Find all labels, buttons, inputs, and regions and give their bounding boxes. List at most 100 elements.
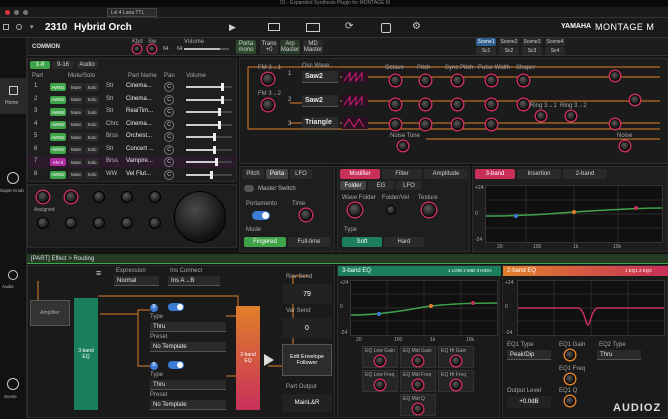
assign-knob-2[interactable] [65,191,77,203]
scene-button-4[interactable]: Scene4 [545,38,565,46]
part-row[interactable]: 1 AWM2 Mute Solo Str Cinema... C [28,81,236,93]
mute-button[interactable]: Mute [69,108,83,116]
porta-button[interactable]: Porta mono [236,40,256,54]
pan-knob[interactable]: C [164,157,174,167]
eq-mid-q-knob[interactable] [413,404,423,414]
tab-filter[interactable]: Filter [382,169,422,179]
tab-amplitude[interactable]: Amplitude [424,169,468,179]
assign-knob-6[interactable] [37,217,49,229]
mode-fingered-button[interactable]: Fingered [244,237,286,247]
eq1-freq-knob[interactable] [565,374,575,384]
eq2-routing-block[interactable]: 2-band EQ [236,306,260,410]
rev-send-value[interactable]: 79 [282,284,332,304]
minimize-icon[interactable] [14,10,19,15]
tab-porta[interactable]: Porta [266,169,288,179]
transpose-button[interactable]: Trans +0 [260,40,278,54]
gear-icon[interactable]: ⚙ [412,21,421,32]
osc-param-knob[interactable] [486,75,497,86]
eq1-q-knob[interactable] [565,396,575,406]
osc-level-knob[interactable] [610,71,620,81]
assign-knob-3[interactable] [93,191,105,203]
assign-knob-10[interactable] [149,217,161,229]
assign-knob-1[interactable] [37,191,49,203]
tab-part-9-16[interactable]: 9-16 [52,61,74,69]
part-name[interactable]: Cinema... [126,121,152,127]
tab-eg[interactable]: EG [368,181,394,190]
osc3-wave-dropdown[interactable]: Triangle [302,117,338,129]
close-icon[interactable] [5,10,10,15]
common-volume-slider[interactable] [184,48,229,50]
osc-param-knob[interactable] [452,119,463,130]
volume-slider[interactable] [186,108,232,116]
tab-2band[interactable]: 2-band [563,169,607,179]
part-name[interactable]: Vel Flut... [126,171,151,177]
master-switch-toggle[interactable] [244,185,254,192]
ins-a-toggle[interactable] [168,303,184,311]
volume-slider[interactable] [186,133,232,141]
part-row[interactable]: 3 AWM2 Mute Solo Str RealTim... C [28,106,236,118]
assign-knob-8[interactable] [93,217,105,229]
tab-insertion[interactable]: Insertion [517,169,561,179]
play-icon[interactable]: ▶ [229,22,241,32]
osc-param-knob[interactable] [452,75,463,86]
chevron-down-icon[interactable]: ▾ [30,23,34,31]
scene-button-5[interactable]: Sc1 [476,47,496,55]
tab-mod-lfo[interactable]: LFO [396,181,422,190]
part-name[interactable]: Vampire... [126,158,153,164]
mute-button[interactable]: Mute [69,145,83,154]
md-button[interactable]: MD Master [303,40,323,54]
scene-button-3[interactable]: Scene3 [522,38,542,46]
part-name[interactable]: Concert ... [126,146,154,152]
arp-button[interactable]: Arp Master [280,40,300,54]
osc-param-knob[interactable] [390,119,401,130]
scene-button-8[interactable]: Sc4 [545,47,565,55]
solo-button[interactable]: Solo [85,170,99,179]
type-soft-button[interactable]: Soft [342,237,382,247]
osc-param-knob[interactable] [518,75,529,86]
portamento-toggle[interactable] [252,211,270,220]
mute-button[interactable]: Mute [69,95,83,104]
ring31-knob[interactable] [536,111,546,121]
osc-param-knob[interactable] [390,75,401,86]
osc-level-knob[interactable] [610,119,620,129]
part-row[interactable]: 2 AWM2 Mute Solo Str Cinema... C [28,94,236,106]
solo-button[interactable]: Solo [85,95,99,104]
tab-lfo[interactable]: LFO [290,169,312,179]
osc-param-knob[interactable] [518,99,529,110]
part-name[interactable]: Cinema... [126,96,152,102]
solo-button[interactable]: Solo [85,158,99,166]
pan-knob[interactable]: C [164,94,174,105]
home-icon[interactable] [3,24,9,30]
eq3-graph[interactable] [350,280,498,336]
osc2-wave-dropdown[interactable]: Saw2 [302,95,338,107]
noise-knob[interactable] [620,141,630,151]
tab-pitch[interactable]: Pitch [242,169,264,179]
eq3-routing-block[interactable]: 3-band EQ [74,298,98,410]
part-row[interactable]: 8 AWM2 Mute Solo WW Vel Flut... C [28,169,236,181]
assign-knob-5[interactable] [149,191,161,203]
maximize-icon[interactable] [23,10,28,15]
part-row[interactable]: 6 AWM2 Mute Solo Str Concert ... C [28,144,236,156]
osc-param-knob[interactable] [390,99,401,110]
perf-name[interactable]: Hybrid Orch [74,22,132,33]
side-nav-scene[interactable]: Scene [0,374,27,404]
part-eq-graph[interactable] [485,185,663,243]
mute-button[interactable]: Mute [69,170,83,179]
scene-button-1[interactable]: Scene1 [476,38,496,46]
super-knob[interactable] [174,191,226,243]
part-row[interactable]: 7 AN-X Mute Solo Brss Vampire... C [28,156,236,168]
part-row[interactable]: 5 AWM2 Mute Solo Brss Orchest... C [28,131,236,143]
pan-knob[interactable]: C [164,119,174,130]
noise-tone-knob[interactable] [398,141,408,151]
pan-knob[interactable]: C [164,144,174,155]
side-nav-super-knob[interactable]: Super Knob [0,168,27,198]
osc-param-knob[interactable] [420,119,431,130]
scene-button-6[interactable]: Sc2 [499,47,519,55]
osc-param-knob[interactable] [452,99,463,110]
part-name[interactable]: RealTim... [126,108,153,114]
tab-3band[interactable]: 3-band [475,169,515,179]
scene-button-2[interactable]: Scene2 [499,38,519,46]
monitor-icon[interactable] [268,23,280,31]
osc-level-knob[interactable] [630,95,640,105]
tab-folder[interactable]: Folder [340,181,366,190]
